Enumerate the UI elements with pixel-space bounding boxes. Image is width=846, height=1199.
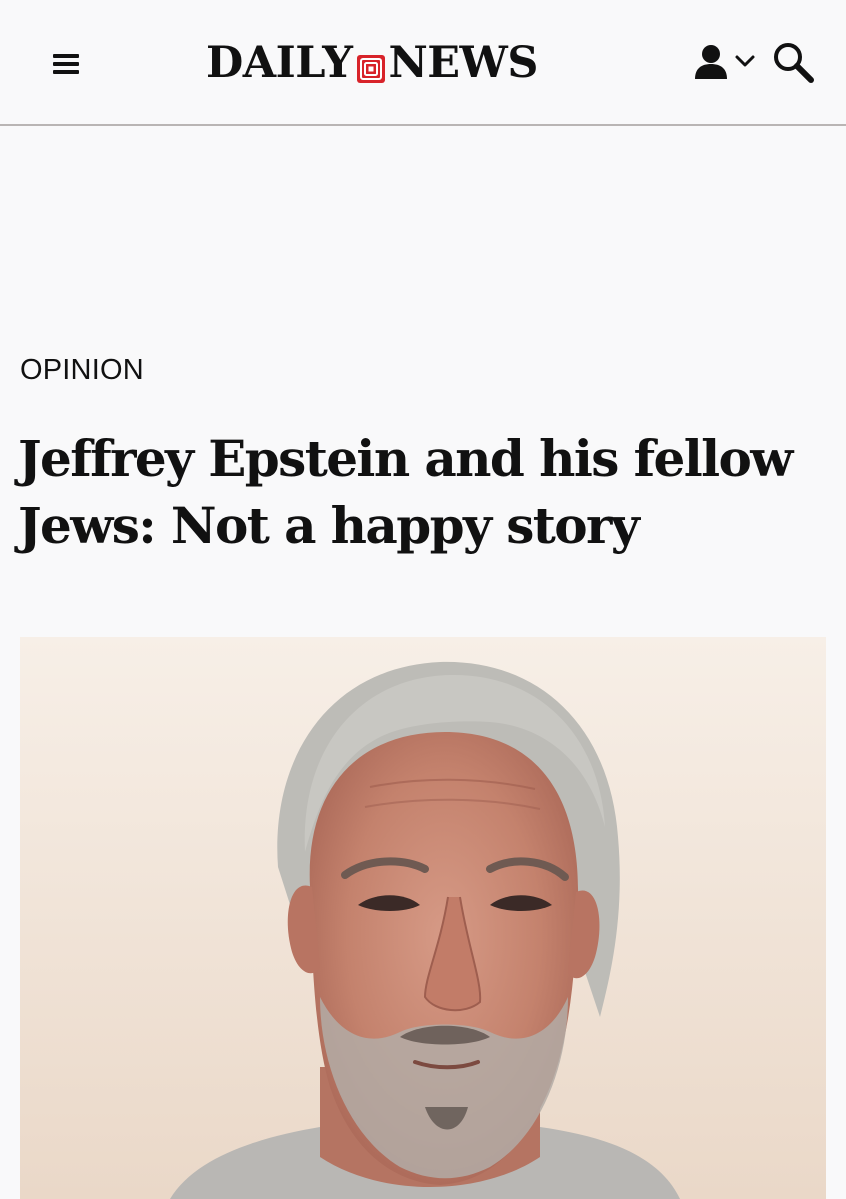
site-header: DAILY NEWS bbox=[0, 0, 846, 126]
article-headline: Jeffrey Epstein and his fellow Jews: Not… bbox=[18, 429, 793, 555]
search-button[interactable] bbox=[770, 40, 818, 86]
article-hero-photo bbox=[20, 637, 826, 1199]
logo-word-left: DAILY bbox=[206, 38, 353, 88]
user-icon bbox=[692, 43, 730, 84]
section-label[interactable]: OPINION bbox=[20, 354, 144, 387]
chevron-down-icon bbox=[734, 54, 756, 73]
account-menu-button[interactable] bbox=[692, 42, 768, 84]
search-icon bbox=[770, 43, 818, 90]
site-logo[interactable]: DAILY NEWS bbox=[206, 40, 538, 86]
logo-mark-icon bbox=[356, 45, 386, 83]
logo-word-right: NEWS bbox=[388, 38, 538, 88]
menu-button[interactable] bbox=[46, 44, 86, 84]
